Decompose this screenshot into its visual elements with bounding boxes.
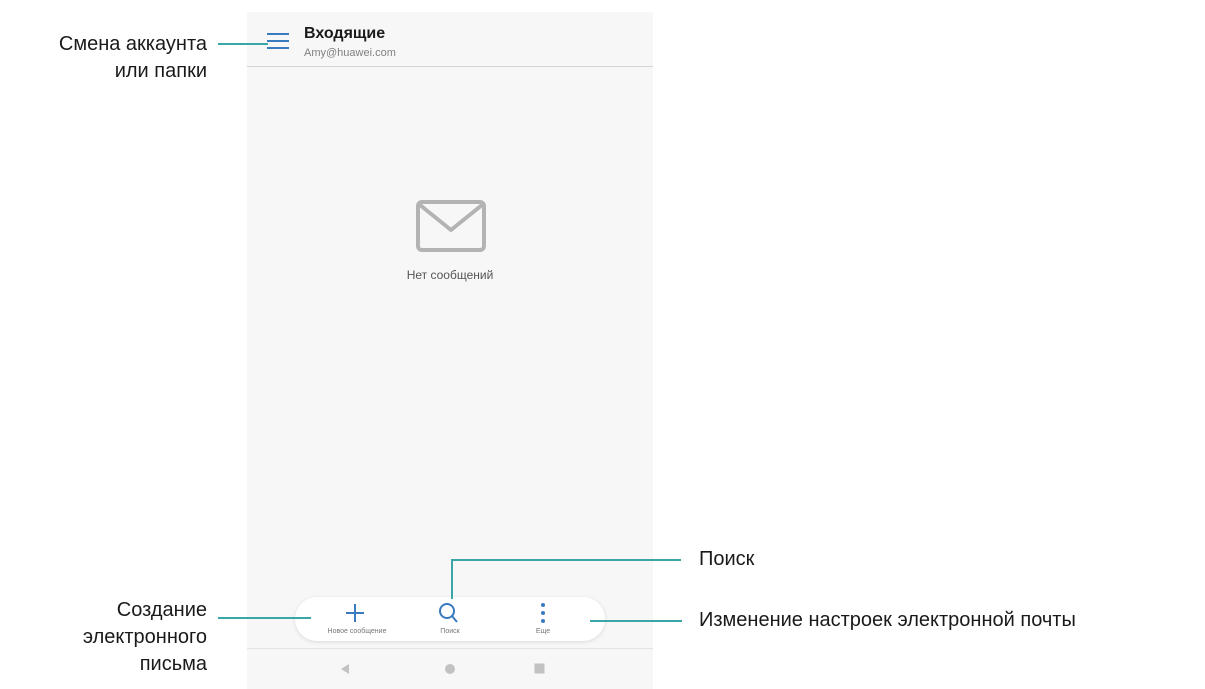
- callout-compose-line2: электронного: [82, 626, 207, 648]
- home-circle-icon[interactable]: [444, 663, 456, 675]
- system-navbar: [247, 648, 653, 689]
- search-label: Поиск: [440, 628, 460, 635]
- callout-compose: Создание электронного письма: [83, 597, 207, 678]
- search-icon: [439, 603, 458, 623]
- callout-line-settings: [590, 620, 682, 622]
- recents-square-icon[interactable]: [534, 663, 545, 674]
- callout-switch-account-line1: Смена аккаунта: [58, 33, 207, 55]
- phone-screen: Входящие Amy@huawei.com Нет сообщений Но…: [247, 12, 653, 689]
- menu-icon[interactable]: [267, 32, 289, 50]
- callout-compose-line1: Создание: [116, 599, 207, 621]
- envelope-icon: [416, 200, 486, 252]
- app-header: Входящие Amy@huawei.com: [247, 12, 653, 67]
- folder-title: Входящие: [304, 25, 386, 42]
- callout-line-menu: [218, 43, 268, 45]
- callout-compose-line3: письма: [139, 653, 207, 675]
- callout-line-search-v: [451, 559, 453, 599]
- callout-settings: Изменение настроек электронной почты: [699, 609, 1076, 631]
- callout-search: Поиск: [699, 548, 755, 570]
- empty-state-text: Нет сообщений: [406, 268, 494, 282]
- more-label: Еще: [535, 628, 551, 635]
- search-button[interactable]: Поиск: [410, 597, 490, 641]
- callout-line-search-h: [452, 559, 681, 561]
- callout-line-compose: [218, 617, 311, 619]
- compose-button[interactable]: Новое сообщение: [295, 597, 405, 641]
- back-triangle-icon[interactable]: [340, 663, 350, 675]
- callout-switch-account: Смена аккаунта или папки: [59, 31, 207, 85]
- plus-icon: [346, 604, 364, 622]
- more-vertical-icon: [541, 603, 545, 623]
- callout-switch-account-line2: или папки: [114, 60, 207, 82]
- more-button[interactable]: Еще: [505, 597, 585, 641]
- account-email: Amy@huawei.com: [304, 47, 396, 59]
- bottom-toolbar: Новое сообщение Поиск Еще: [295, 597, 605, 641]
- compose-label: Новое сообщение: [327, 628, 387, 635]
